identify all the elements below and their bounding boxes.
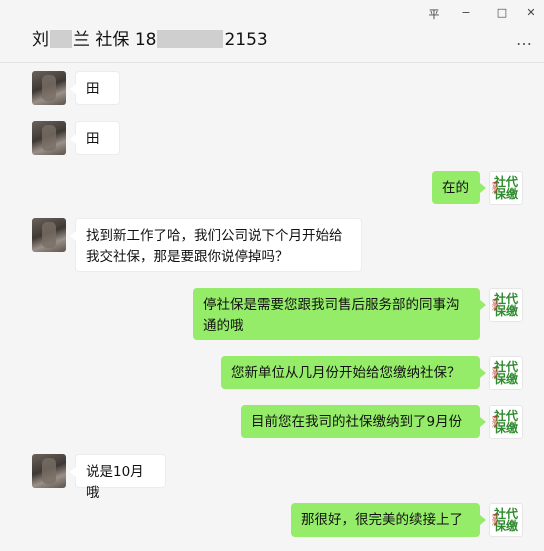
brand-small-text: 壹滨 bbox=[492, 514, 499, 527]
redaction-block bbox=[50, 30, 72, 48]
redaction-block bbox=[157, 30, 224, 48]
brand-small-text: 壹滨 bbox=[492, 416, 499, 429]
message-bubble[interactable]: 那很好，很完美的续接上了 bbox=[291, 503, 486, 537]
message-bubble[interactable]: 目前您在我司的社保缴纳到了9月份 bbox=[241, 405, 486, 438]
contact-name-start: 刘 bbox=[32, 30, 49, 50]
maximize-icon[interactable]: □ bbox=[494, 6, 510, 19]
brand-avatar[interactable]: 壹滨 社代 保缴 bbox=[489, 171, 523, 205]
contact-avatar[interactable] bbox=[32, 71, 66, 105]
input-toolbar bbox=[0, 545, 544, 551]
contact-name-end: 兰 bbox=[73, 30, 90, 50]
message-bubble[interactable]: 田 bbox=[70, 121, 120, 155]
message-line: 找到新工作了哈，我们公司说下个月开始给 bbox=[86, 228, 343, 244]
message-bubble[interactable]: 田 bbox=[70, 71, 120, 105]
message-line: 我交社保，那是要跟你说停掉吗？ bbox=[86, 249, 289, 265]
chat-header: 刘 兰 社保 18 2153 平 − □ ✕ … bbox=[0, 0, 544, 63]
brand-avatar[interactable]: 壹滨 社代 保缴 bbox=[489, 503, 523, 537]
message-bubble[interactable]: 说是10月哦 bbox=[70, 454, 166, 501]
brand-small-text: 壹滨 bbox=[492, 367, 499, 380]
message-line: 停社保是需要您跟我司售后服务部的同事沟 bbox=[203, 297, 460, 313]
contact-phone-end: 2153 bbox=[224, 30, 268, 50]
message-bubble[interactable]: 停社保是需要您跟我司售后服务部的同事沟 通的哦 bbox=[193, 288, 486, 340]
contact-avatar[interactable] bbox=[32, 218, 66, 252]
brand-avatar[interactable]: 壹滨 社代 保缴 bbox=[489, 405, 523, 439]
contact-avatar[interactable] bbox=[32, 454, 66, 488]
message-bubble[interactable]: 找到新工作了哈，我们公司说下个月开始给 我交社保，那是要跟你说停掉吗？ bbox=[70, 218, 362, 272]
message-list[interactable]: 田 田 在的 壹滨 社代 保缴 找到新工作了哈，我们公司说下个月开始给 我交社保，… bbox=[0, 63, 544, 551]
pin-icon[interactable]: 平 bbox=[426, 6, 442, 22]
brand-small-text: 壹滨 bbox=[492, 299, 499, 312]
message-bubble[interactable]: 在的 bbox=[432, 171, 486, 204]
contact-phone-start: 18 bbox=[134, 30, 157, 50]
contact-avatar[interactable] bbox=[32, 121, 66, 155]
chat-title: 刘 兰 社保 18 2153 bbox=[32, 25, 268, 50]
brand-avatar[interactable]: 壹滨 社代 保缴 bbox=[489, 356, 523, 390]
brand-small-text: 壹滨 bbox=[492, 182, 499, 195]
close-icon[interactable]: ✕ bbox=[523, 6, 539, 19]
brand-avatar[interactable]: 壹滨 社代 保缴 bbox=[489, 288, 523, 322]
message-line: 通的哦 bbox=[203, 318, 244, 334]
contact-label: 社保 bbox=[95, 30, 130, 50]
minimize-icon[interactable]: − bbox=[458, 6, 474, 19]
message-bubble[interactable]: 您新单位从几月份开始给您缴纳社保？ bbox=[221, 356, 486, 389]
more-options-icon[interactable]: … bbox=[516, 30, 534, 49]
